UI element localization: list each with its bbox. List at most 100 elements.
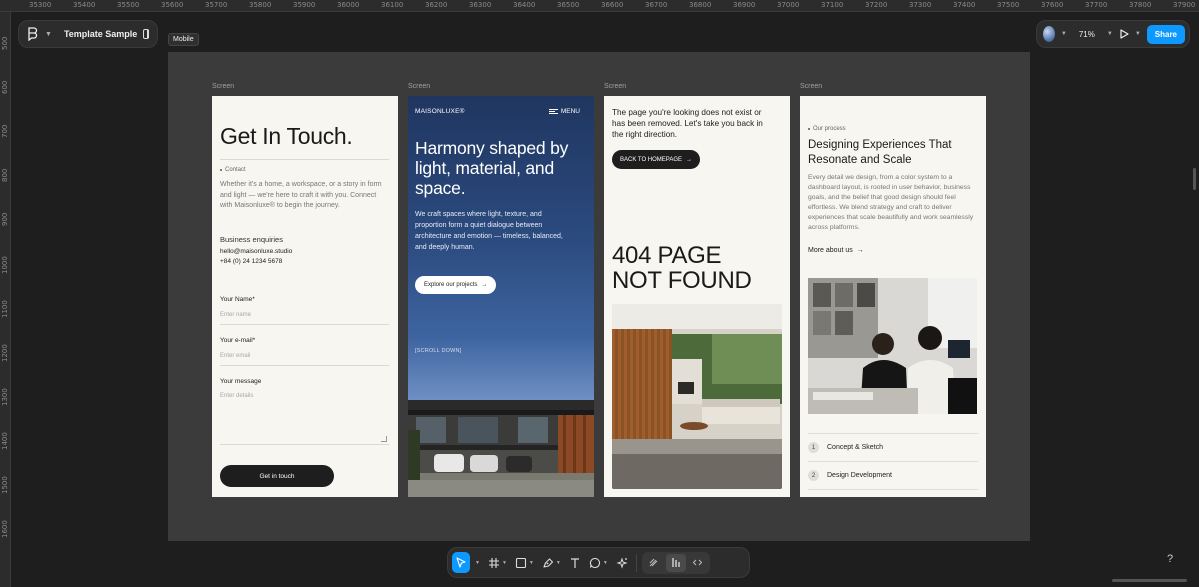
top-ruler: 35300 35400 35500 35600 35700 35800 3590… bbox=[0, 0, 1199, 12]
process-step[interactable]: 1 Concept & Sketch bbox=[808, 433, 978, 461]
ruler-mark: 600 bbox=[1, 80, 9, 94]
actions-tool[interactable] bbox=[613, 552, 631, 573]
menu-button[interactable]: MENU bbox=[548, 108, 580, 115]
design-mode-icon bbox=[672, 558, 680, 567]
contact-email[interactable]: hello@maisonluxe.studio bbox=[220, 247, 292, 257]
frame-tool[interactable]: ▼ bbox=[485, 552, 510, 573]
more-about-us-label: More about us bbox=[808, 247, 853, 254]
not-found-line: 404 PAGE bbox=[612, 242, 722, 269]
screen-label[interactable]: Screen bbox=[800, 83, 822, 90]
comment-icon bbox=[589, 557, 600, 568]
not-found-screen[interactable]: The page you're looking does not exist o… bbox=[604, 96, 790, 497]
ruler-mark: 37100 bbox=[821, 1, 844, 9]
sidebar-toggle-icon[interactable] bbox=[143, 29, 149, 39]
avatar[interactable] bbox=[1043, 26, 1055, 42]
ruler-mark: 700 bbox=[1, 124, 9, 138]
move-tool[interactable] bbox=[452, 552, 470, 573]
chevron-down-icon[interactable]: ▼ bbox=[603, 560, 608, 566]
ruler-mark: 35400 bbox=[73, 1, 96, 9]
present-play-icon[interactable] bbox=[1119, 29, 1129, 39]
step-number: 1 bbox=[808, 442, 819, 453]
house-photo bbox=[408, 400, 594, 497]
ruler-mark: 37400 bbox=[953, 1, 976, 9]
rectangle-icon bbox=[515, 557, 526, 568]
ruler-mark: 37500 bbox=[997, 1, 1020, 9]
ruler-mark: 500 bbox=[1, 36, 9, 50]
ruler-mark: 1600 bbox=[1, 520, 9, 538]
chevron-down-icon[interactable]: ▼ bbox=[529, 560, 534, 566]
chevron-down-icon[interactable]: ▼ bbox=[502, 560, 507, 566]
divider bbox=[220, 444, 389, 445]
vertical-scrollbar[interactable] bbox=[1193, 168, 1196, 190]
ruler-mark: 36500 bbox=[557, 1, 580, 9]
pen-icon bbox=[543, 557, 553, 568]
shape-tool[interactable]: ▼ bbox=[512, 552, 537, 573]
process-screen[interactable]: Our process Designing Experiences That R… bbox=[800, 96, 986, 497]
zoom-level[interactable]: 71% bbox=[1073, 30, 1101, 39]
sparkle-icon bbox=[616, 556, 628, 569]
step-label: Design Development bbox=[827, 472, 892, 479]
comment-tool[interactable]: ▼ bbox=[586, 552, 611, 573]
ruler-mark: 900 bbox=[1, 212, 9, 226]
brand-logo[interactable]: MAISONLUXE® bbox=[415, 108, 465, 115]
process-step[interactable]: 2 Design Development bbox=[808, 461, 978, 489]
divider bbox=[220, 324, 389, 325]
email-field[interactable]: Enter email bbox=[220, 353, 250, 359]
draw-mode-button[interactable] bbox=[644, 554, 664, 572]
help-button[interactable]: ? bbox=[1167, 553, 1173, 565]
section-tag: Our process bbox=[808, 126, 846, 132]
chevron-down-icon[interactable]: ▼ bbox=[1061, 31, 1067, 37]
step-label: Concept & Sketch bbox=[827, 444, 884, 451]
back-to-homepage-button[interactable]: BACK TO HOMEPAGE → bbox=[612, 150, 701, 169]
menu-label: MENU bbox=[560, 108, 580, 115]
chevron-down-icon[interactable]: ▼ bbox=[1135, 31, 1141, 37]
ruler-mark: 1300 bbox=[1, 388, 9, 406]
file-panel: ▼ Template Sample bbox=[18, 20, 158, 48]
message-field[interactable]: Enter details bbox=[220, 393, 253, 399]
business-label: Business enquiries bbox=[220, 235, 283, 244]
dev-mode-button[interactable] bbox=[688, 554, 708, 572]
not-found-message: The page you're looking does not exist o… bbox=[612, 108, 763, 139]
arrow-right-icon: → bbox=[481, 282, 488, 288]
share-button[interactable]: Share bbox=[1146, 24, 1185, 44]
horizontal-scrollbar[interactable] bbox=[1112, 579, 1187, 582]
arrow-right-icon: → bbox=[686, 156, 693, 163]
code-icon bbox=[693, 559, 703, 566]
get-in-touch-button[interactable]: Get in touch bbox=[220, 465, 334, 487]
resize-handle-icon[interactable] bbox=[381, 436, 387, 442]
name-field[interactable]: Enter name bbox=[220, 312, 251, 318]
more-about-us-link[interactable]: More about us → bbox=[808, 247, 864, 254]
screen-label[interactable]: Screen bbox=[604, 83, 626, 90]
pen-tool[interactable]: ▼ bbox=[539, 552, 564, 573]
page-title: Get In Touch. bbox=[220, 123, 353, 149]
ruler-mark: 37200 bbox=[865, 1, 888, 9]
figma-editor: 35300 35400 35500 35600 35700 35800 3590… bbox=[0, 0, 1199, 587]
text-tool[interactable] bbox=[566, 552, 584, 573]
ruler-mark: 1400 bbox=[1, 432, 9, 450]
chevron-down-icon[interactable]: ▼ bbox=[556, 560, 561, 566]
chevron-down-icon[interactable]: ▼ bbox=[45, 31, 52, 38]
email-label: Your e-mail* bbox=[220, 337, 256, 344]
screen-label[interactable]: Screen bbox=[408, 83, 430, 90]
bottom-toolbar: ▼ ▼ ▼ ▼ ▼ bbox=[447, 547, 750, 578]
ruler-mark: 36900 bbox=[733, 1, 756, 9]
hero-screen[interactable]: MAISONLUXE® MENU Harmony shaped by light… bbox=[408, 96, 594, 497]
explore-projects-button[interactable]: Explore our projects → bbox=[415, 276, 497, 294]
contact-screen[interactable]: Get In Touch. Contact Whether it's a hom… bbox=[212, 96, 398, 497]
figma-menu-icon[interactable] bbox=[27, 26, 39, 42]
name-label: Your Name* bbox=[220, 296, 255, 303]
draw-mode-icon bbox=[649, 558, 658, 567]
design-mode-button[interactable] bbox=[665, 553, 686, 572]
chevron-down-icon[interactable]: ▼ bbox=[472, 552, 483, 573]
contact-phone[interactable]: +84 (0) 24 1234 5678 bbox=[220, 257, 292, 267]
ruler-mark: 800 bbox=[1, 168, 9, 182]
ruler-mark: 1100 bbox=[1, 300, 9, 318]
frame-tooltip: Mobile bbox=[168, 33, 199, 46]
interior-photo bbox=[612, 304, 782, 489]
file-title[interactable]: Template Sample bbox=[64, 29, 137, 39]
screen-label[interactable]: Screen bbox=[212, 83, 234, 90]
section-tag-label: Contact bbox=[225, 167, 246, 173]
toolbar-divider bbox=[635, 553, 637, 572]
ruler-mark: 36600 bbox=[601, 1, 624, 9]
chevron-down-icon[interactable]: ▼ bbox=[1107, 31, 1113, 37]
